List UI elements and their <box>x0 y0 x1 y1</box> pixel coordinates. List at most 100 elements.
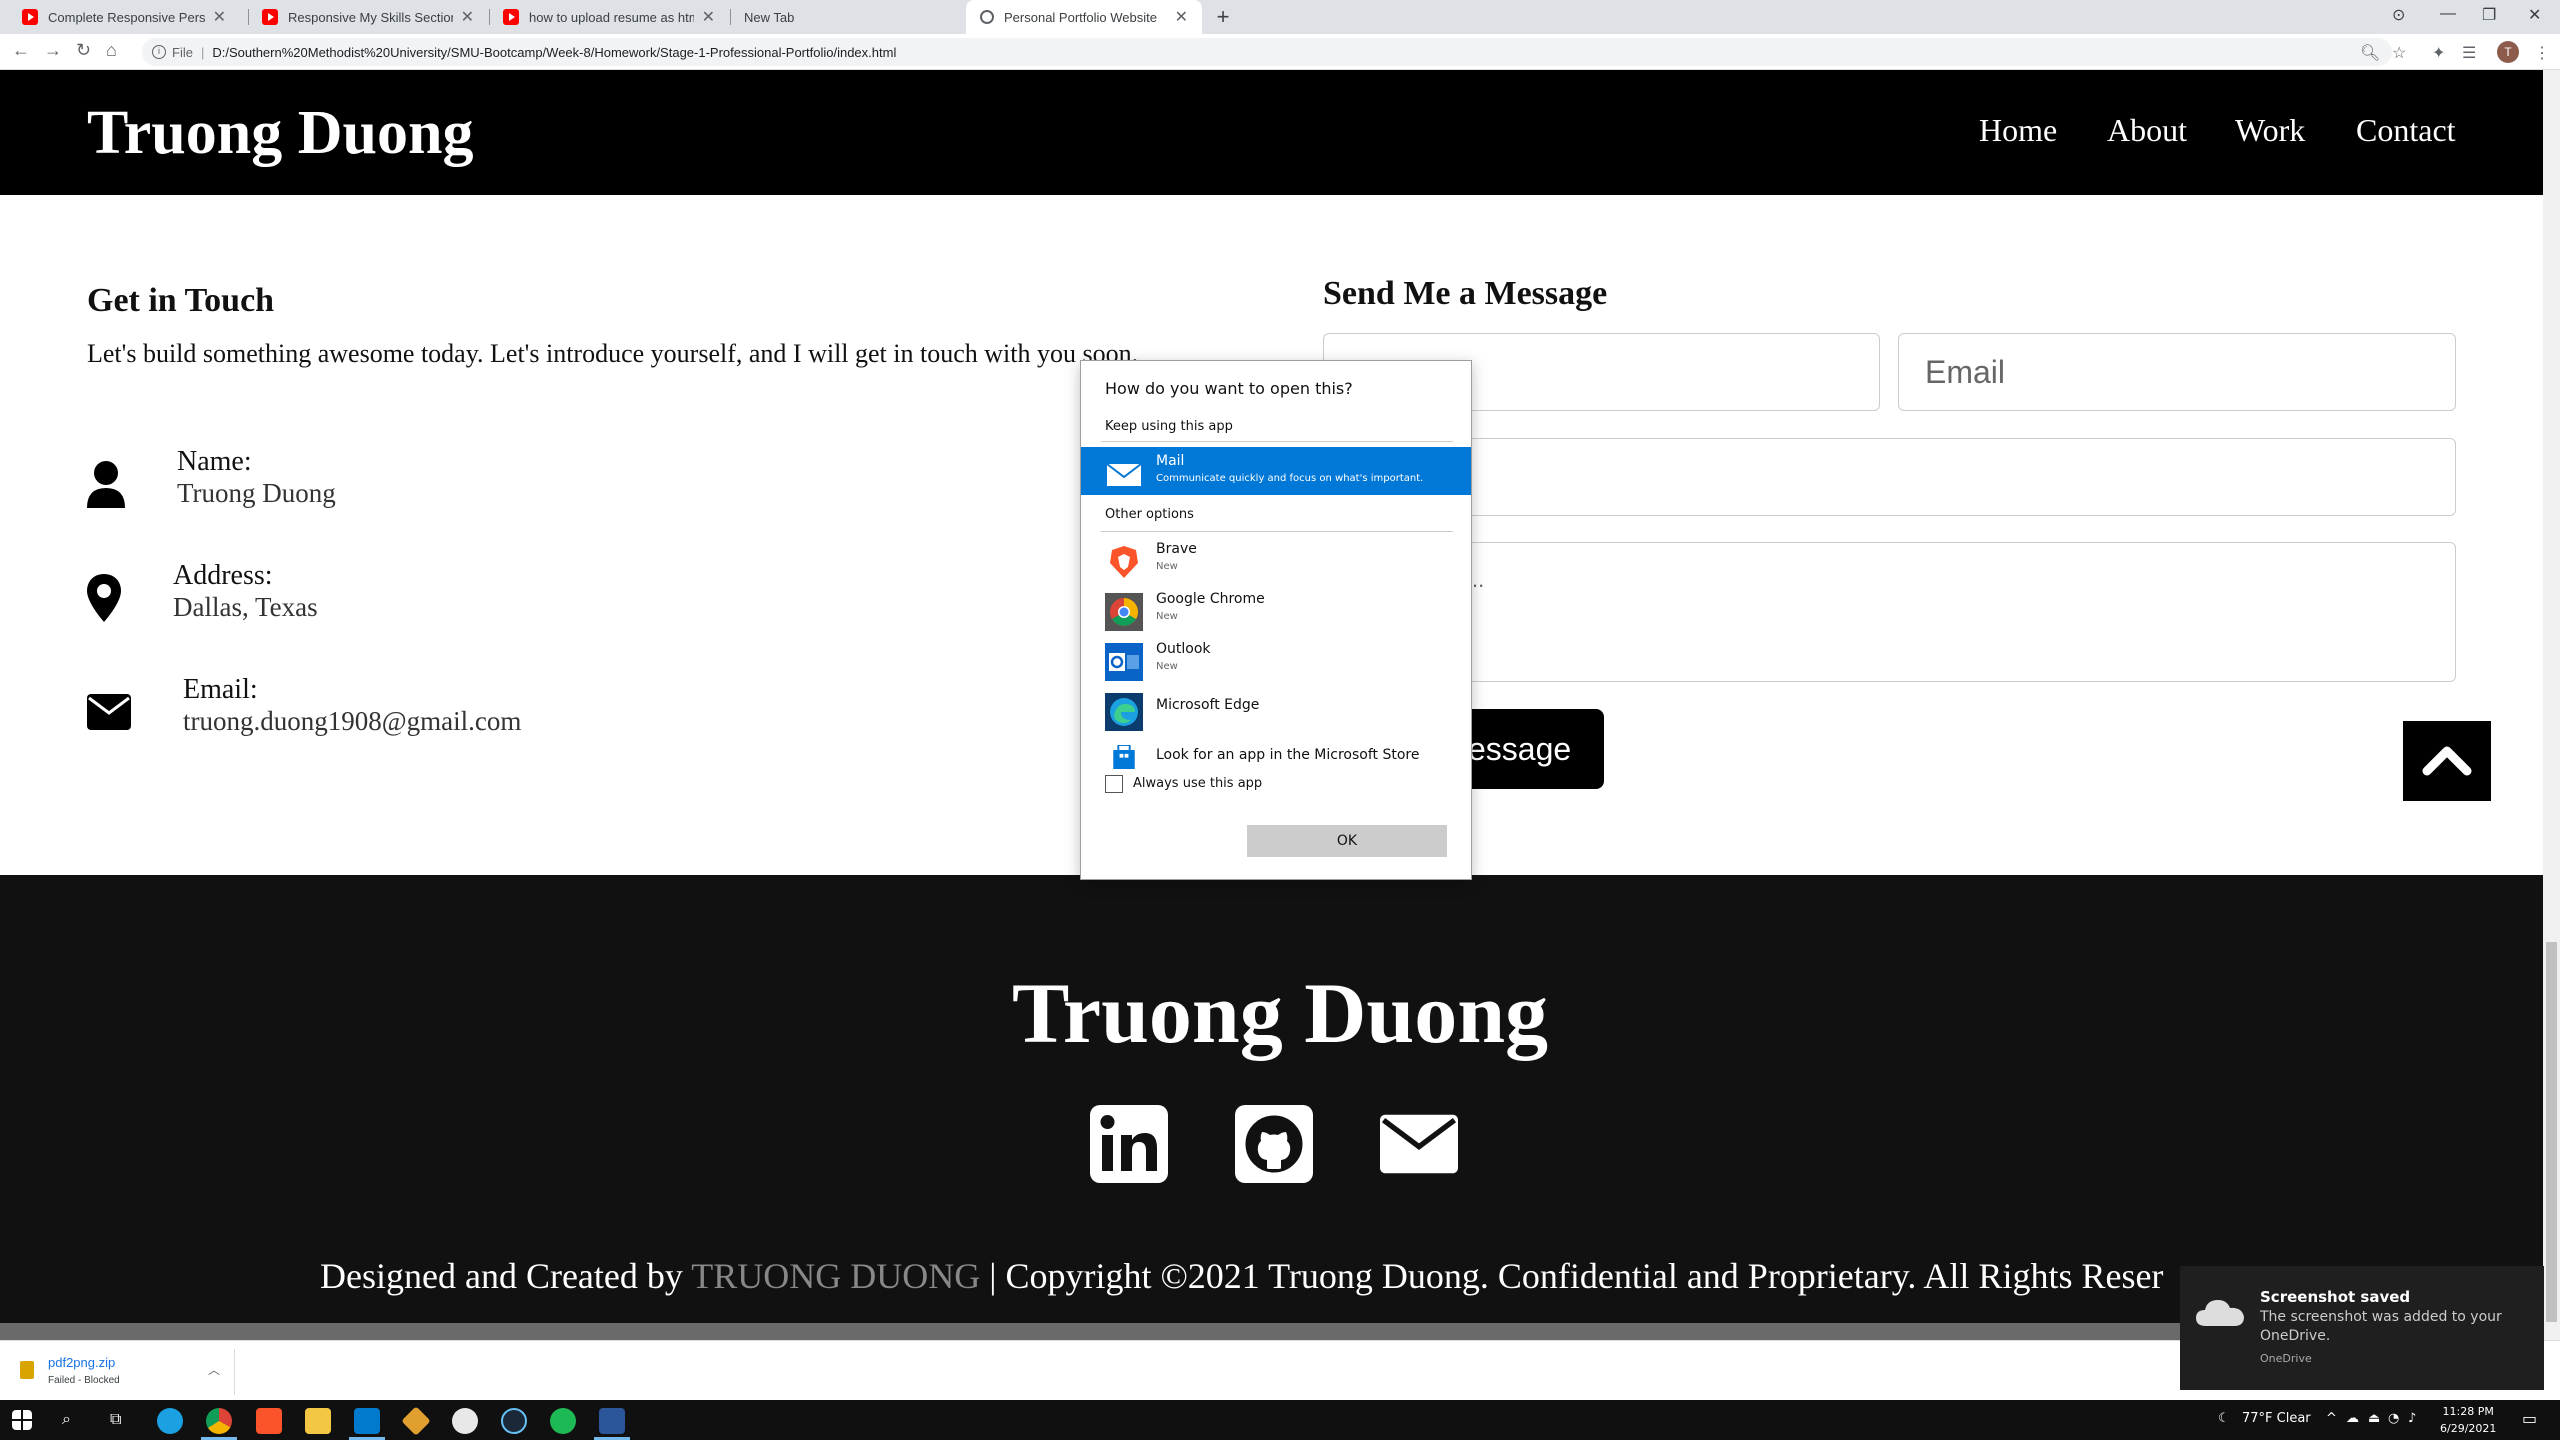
chrome-taskbar-icon[interactable] <box>206 1408 232 1434</box>
tab-title: New Tab <box>744 9 795 25</box>
reload-icon[interactable]: ↻ <box>76 40 91 61</box>
usb-tray-icon[interactable]: ⏏ <box>2368 1411 2380 1426</box>
network-icon[interactable]: ◔ <box>2388 1411 2399 1426</box>
edge-icon <box>1105 693 1143 731</box>
map-marker-icon <box>87 574 121 622</box>
task-view-icon[interactable]: ⧉ <box>110 1409 121 1429</box>
zoom-icon[interactable]: 🔍︎ <box>2360 43 2380 63</box>
onedrive-cloud-icon <box>2196 1300 2244 1326</box>
download-item[interactable]: pdf2png.zip Failed - Blocked ︿ <box>10 1349 235 1395</box>
globe-icon <box>980 10 994 24</box>
app-option-outlook[interactable]: Outlook New <box>1081 635 1471 683</box>
tab-title: Personal Portfolio Website <box>1004 9 1157 25</box>
close-tab-icon[interactable]: ✕ <box>1175 7 1188 27</box>
brave-icon <box>1110 546 1138 578</box>
browser-tab-4[interactable]: New Tab <box>730 0 966 34</box>
nav-contact[interactable]: Contact <box>2356 112 2456 149</box>
reading-list-icon[interactable]: ☰ <box>2462 43 2476 63</box>
tab-search-icon[interactable]: ⊙ <box>2392 5 2405 25</box>
email-input[interactable]: Email <box>1898 333 2456 411</box>
onedrive-tray-icon[interactable]: ☁ <box>2346 1411 2359 1426</box>
browser-tab-5[interactable]: Personal Portfolio Website ✕ <box>966 0 1202 34</box>
open-with-dialog: How do you want to open this? Keep using… <box>1080 360 1472 880</box>
home-icon[interactable]: ⌂ <box>106 40 117 61</box>
app-option-edge[interactable]: Microsoft Edge <box>1081 685 1471 733</box>
download-filename: pdf2png.zip <box>48 1355 116 1370</box>
notification-center-icon[interactable]: ▭ <box>2522 1409 2537 1428</box>
nav-work[interactable]: Work <box>2235 112 2305 149</box>
forward-icon[interactable]: → <box>44 40 62 61</box>
page-bottom-strip <box>0 1323 2543 1340</box>
file-explorer-icon[interactable] <box>305 1408 331 1434</box>
address-url[interactable]: D:/Southern%20Methodist%20University/SMU… <box>212 45 896 60</box>
address-bar[interactable]: i File | D:/Southern%20Methodist%20Unive… <box>142 38 2392 66</box>
taskbar-clock[interactable]: 11:28 PM 6/29/2021 <box>2440 1403 2496 1437</box>
contact-value[interactable]: truong.duong1908@gmail.com <box>183 706 521 737</box>
new-tab-button[interactable]: + <box>1210 5 1236 31</box>
close-tab-icon[interactable]: ✕ <box>461 7 474 27</box>
nav-home[interactable]: Home <box>1979 112 2057 149</box>
scroll-to-top-button[interactable] <box>2403 721 2491 801</box>
browser-tab-3[interactable]: how to upload resume as html - ✕ <box>489 0 729 34</box>
info-icon[interactable]: i <box>152 45 166 59</box>
windows-start-icon[interactable] <box>12 1410 32 1430</box>
weather-text[interactable]: 77°F Clear <box>2242 1411 2311 1426</box>
site-brand[interactable]: Truong Duong <box>87 98 473 169</box>
slack-icon[interactable] <box>452 1408 478 1434</box>
scrollbar-thumb[interactable] <box>2546 942 2557 1322</box>
always-use-checkbox[interactable] <box>1105 775 1123 793</box>
site-header: Truong Duong Home About Work Contact <box>0 70 2543 195</box>
vscode-icon[interactable] <box>354 1408 380 1434</box>
steam-icon[interactable] <box>501 1408 527 1434</box>
back-icon[interactable]: ← <box>12 40 30 61</box>
footer-brand: Truong Duong <box>1011 965 1549 1061</box>
git-icon[interactable] <box>401 1406 431 1436</box>
search-icon[interactable]: ⌕ <box>62 1409 71 1429</box>
mail-app-icon <box>1106 463 1142 486</box>
browser-tab-strip: Complete Responsive Personal P ✕ Respons… <box>0 0 2560 34</box>
youtube-icon <box>503 9 519 25</box>
contact-label: Email: <box>183 674 258 705</box>
close-tab-icon[interactable]: ✕ <box>702 7 715 27</box>
nav-about[interactable]: About <box>2107 112 2187 149</box>
tray-expand-icon[interactable]: ^ <box>2326 1411 2337 1426</box>
volume-icon[interactable]: ♪ <box>2408 1411 2416 1426</box>
linkedin-icon[interactable] <box>1090 1105 1168 1183</box>
copyright-author: TRUONG DUONG <box>691 1256 981 1296</box>
close-window-button[interactable]: ✕ <box>2528 5 2541 25</box>
app-option-brave[interactable]: Brave New <box>1081 535 1471 583</box>
message-textarea[interactable]: .. <box>1323 542 2456 682</box>
ok-button[interactable]: OK <box>1247 825 1447 857</box>
outlook-icon <box>1105 643 1143 681</box>
close-tab-icon[interactable]: ✕ <box>213 7 226 27</box>
extensions-icon[interactable]: ✦ <box>2432 43 2445 63</box>
subject-input[interactable] <box>1323 438 2456 516</box>
page-scrollbar[interactable] <box>2543 70 2560 1340</box>
brave-taskbar-icon[interactable] <box>256 1408 282 1434</box>
tab-title: how to upload resume as html - <box>529 9 694 25</box>
app-option-chrome[interactable]: Google Chrome New <box>1081 585 1471 633</box>
browser-tab-1[interactable]: Complete Responsive Personal P ✕ <box>8 0 240 34</box>
menu-icon[interactable]: ⋮ <box>2534 43 2550 63</box>
word-icon[interactable] <box>599 1408 625 1434</box>
contact-value: Dallas, Texas <box>173 592 318 622</box>
chevron-up-icon[interactable]: ︿ <box>208 1361 220 1378</box>
zip-file-icon <box>20 1361 34 1379</box>
notification-toast[interactable]: Screenshot saved The screenshot was adde… <box>2180 1266 2544 1390</box>
contact-label: Name: <box>177 446 252 477</box>
contact-heading: Get in Touch <box>87 282 275 319</box>
clock-time: 11:28 PM <box>2442 1405 2494 1418</box>
clock-date: 6/29/2021 <box>2440 1422 2497 1435</box>
browser-tab-2[interactable]: Responsive My Skills Section Usi ✕ <box>248 0 488 34</box>
restore-button[interactable]: ❐ <box>2482 5 2496 25</box>
app-option-store[interactable]: Look for an app in the Microsoft Store <box>1081 735 1471 771</box>
edge-taskbar-icon[interactable] <box>157 1408 183 1434</box>
github-icon[interactable] <box>1235 1105 1313 1183</box>
app-name: Mail <box>1156 453 1185 469</box>
profile-avatar[interactable]: T <box>2497 41 2519 63</box>
envelope-icon[interactable] <box>1380 1105 1458 1183</box>
app-option-mail[interactable]: Mail Communicate quickly and focus on wh… <box>1081 447 1471 495</box>
spotify-icon[interactable] <box>550 1408 576 1434</box>
bookmark-star-icon[interactable]: ☆ <box>2392 43 2406 63</box>
minimize-button[interactable]: — <box>2440 5 2456 23</box>
